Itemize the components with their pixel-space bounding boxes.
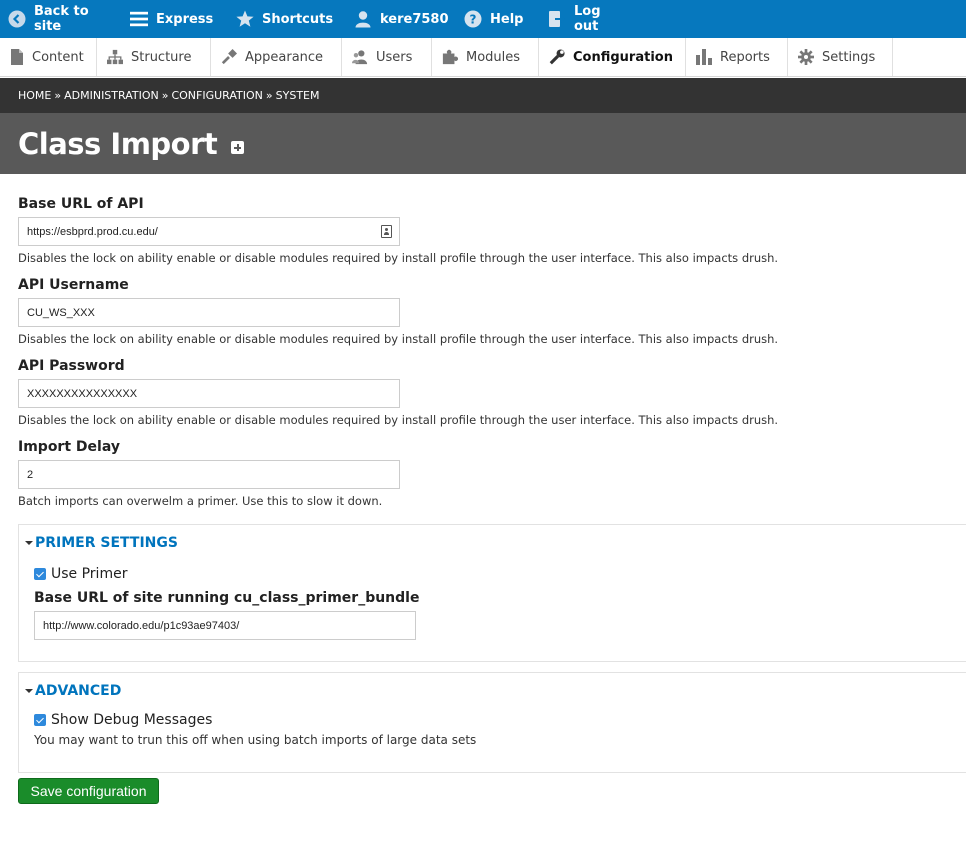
tray-item-settings[interactable]: Settings	[788, 38, 893, 76]
toolbar-help-label: Help	[490, 11, 524, 27]
tray-label-configuration: Configuration	[573, 49, 673, 65]
tray-item-structure[interactable]: Structure	[97, 38, 211, 76]
api-username-description: Disables the lock on ability enable or d…	[18, 332, 779, 346]
base-url-value: https://esbprd.prod.cu.edu/	[27, 225, 158, 238]
toolbar-user-label: kere7580	[380, 11, 449, 27]
page-header: Class Import	[0, 113, 966, 174]
people-icon	[352, 49, 368, 65]
advanced-fieldset: ADVANCED Show Debug Messages You may wan…	[18, 672, 966, 773]
page-title: Class Import	[18, 126, 218, 161]
import-delay-value: 2	[27, 468, 34, 481]
use-primer-checkbox[interactable]	[34, 568, 46, 580]
primer-settings-toggle[interactable]: PRIMER SETTINGS	[25, 535, 951, 551]
toolbar-shortcuts[interactable]: Shortcuts	[228, 0, 346, 38]
api-password-label: API Password	[18, 358, 125, 374]
show-debug-checkbox[interactable]	[34, 714, 46, 726]
save-configuration-button[interactable]: Save configuration	[18, 778, 159, 804]
api-username-value: CU_WS_XXX	[27, 306, 95, 319]
breadcrumb-administration[interactable]: ADMINISTRATION	[64, 89, 159, 102]
toolbar-back-to-site[interactable]: Back to site	[0, 0, 122, 38]
admin-tray: Content Structure Appearance Users Modul…	[0, 38, 966, 77]
tray-label-structure: Structure	[131, 49, 192, 65]
help-icon: ?	[464, 10, 482, 28]
breadcrumb-system[interactable]: SYSTEM	[276, 89, 320, 102]
toolbar-shortcuts-label: Shortcuts	[262, 11, 334, 27]
class-import-form: Base URL of API https://esbprd.prod.cu.e…	[18, 196, 966, 773]
user-icon	[354, 10, 372, 28]
base-url-description: Disables the lock on ability enable or d…	[18, 251, 779, 265]
import-delay-input[interactable]: 2	[18, 460, 400, 489]
bar-chart-icon	[696, 49, 712, 65]
tray-label-content: Content	[32, 49, 84, 65]
menu-icon	[130, 10, 148, 28]
tray-item-configuration[interactable]: Configuration	[539, 38, 686, 76]
svg-text:?: ?	[470, 13, 477, 27]
api-password-field: API Password XXXXXXXXXXXXXXX Disables th…	[18, 358, 966, 429]
show-debug-description: You may want to trun this off when using…	[34, 733, 477, 747]
use-primer-label: Use Primer	[51, 566, 128, 582]
use-primer-row: Use Primer	[34, 566, 951, 582]
api-password-value: XXXXXXXXXXXXXXX	[27, 387, 138, 400]
toolbar-logout-label: Log out	[574, 4, 601, 34]
admin-toolbar: Back to site Express Shortcuts kere7580 …	[0, 0, 966, 38]
breadcrumb-separator: »	[265, 89, 273, 102]
add-shortcut-icon[interactable]	[231, 141, 245, 154]
toolbar-help[interactable]: ? Help	[456, 0, 540, 38]
advanced-toggle[interactable]: ADVANCED	[25, 683, 951, 699]
tray-label-appearance: Appearance	[245, 49, 324, 65]
toolbar-back-label: Back to site	[34, 4, 89, 34]
gear-icon	[798, 49, 814, 65]
toolbar-logout[interactable]: Log out	[540, 0, 630, 38]
base-url-field: Base URL of API https://esbprd.prod.cu.e…	[18, 196, 966, 267]
toolbar-express-label: Express	[156, 11, 214, 27]
breadcrumb-home[interactable]: HOME	[18, 89, 51, 102]
import-delay-label: Import Delay	[18, 439, 120, 455]
primer-url-input[interactable]: http://www.colorado.edu/p1c93ae97403/	[34, 611, 416, 640]
tray-item-modules[interactable]: Modules	[432, 38, 539, 76]
api-username-label: API Username	[18, 277, 129, 293]
tray-label-users: Users	[376, 49, 413, 65]
tray-item-content[interactable]: Content	[0, 38, 97, 76]
tray-item-reports[interactable]: Reports	[686, 38, 788, 76]
wrench-icon	[549, 49, 565, 65]
import-delay-field: Import Delay 2 Batch imports can overwel…	[18, 439, 966, 510]
tray-item-appearance[interactable]: Appearance	[211, 38, 342, 76]
toolbar-user[interactable]: kere7580	[346, 0, 456, 38]
base-url-input[interactable]: https://esbprd.prod.cu.edu/	[18, 217, 400, 246]
import-delay-description: Batch imports can overwelm a primer. Use…	[18, 494, 383, 508]
show-debug-row: Show Debug Messages	[34, 712, 951, 728]
advanced-legend: ADVANCED	[35, 683, 122, 699]
back-arrow-icon	[8, 10, 26, 28]
api-username-field: API Username CU_WS_XXX Disables the lock…	[18, 277, 966, 348]
primer-settings-fieldset: PRIMER SETTINGS Use Primer Base URL of s…	[18, 524, 966, 662]
tray-label-reports: Reports	[720, 49, 770, 65]
breadcrumb-separator: »	[54, 89, 62, 102]
api-username-input[interactable]: CU_WS_XXX	[18, 298, 400, 327]
tray-label-settings: Settings	[822, 49, 876, 65]
logout-icon	[548, 10, 566, 28]
autofill-contact-icon[interactable]	[381, 225, 392, 238]
puzzle-icon	[442, 49, 458, 65]
primer-settings-legend: PRIMER SETTINGS	[35, 535, 178, 551]
collapse-caret-icon	[25, 541, 33, 545]
toolbar-express[interactable]: Express	[122, 0, 228, 38]
api-password-input[interactable]: XXXXXXXXXXXXXXX	[18, 379, 400, 408]
breadcrumb-configuration[interactable]: CONFIGURATION	[171, 89, 262, 102]
star-icon	[236, 10, 254, 28]
primer-url-label: Base URL of site running cu_class_primer…	[34, 590, 420, 606]
collapse-caret-icon	[25, 689, 33, 693]
breadcrumb: HOME» ADMINISTRATION» CONFIGURATION» SYSTEM	[0, 78, 966, 113]
breadcrumb-separator: »	[161, 89, 169, 102]
document-icon	[10, 49, 24, 65]
tray-item-users[interactable]: Users	[342, 38, 432, 76]
sitemap-icon	[107, 49, 123, 65]
tray-label-modules: Modules	[466, 49, 521, 65]
paintbrush-icon	[221, 49, 237, 65]
api-password-description: Disables the lock on ability enable or d…	[18, 413, 779, 427]
show-debug-label: Show Debug Messages	[51, 712, 213, 728]
primer-url-value: http://www.colorado.edu/p1c93ae97403/	[43, 619, 240, 632]
base-url-label: Base URL of API	[18, 196, 144, 212]
